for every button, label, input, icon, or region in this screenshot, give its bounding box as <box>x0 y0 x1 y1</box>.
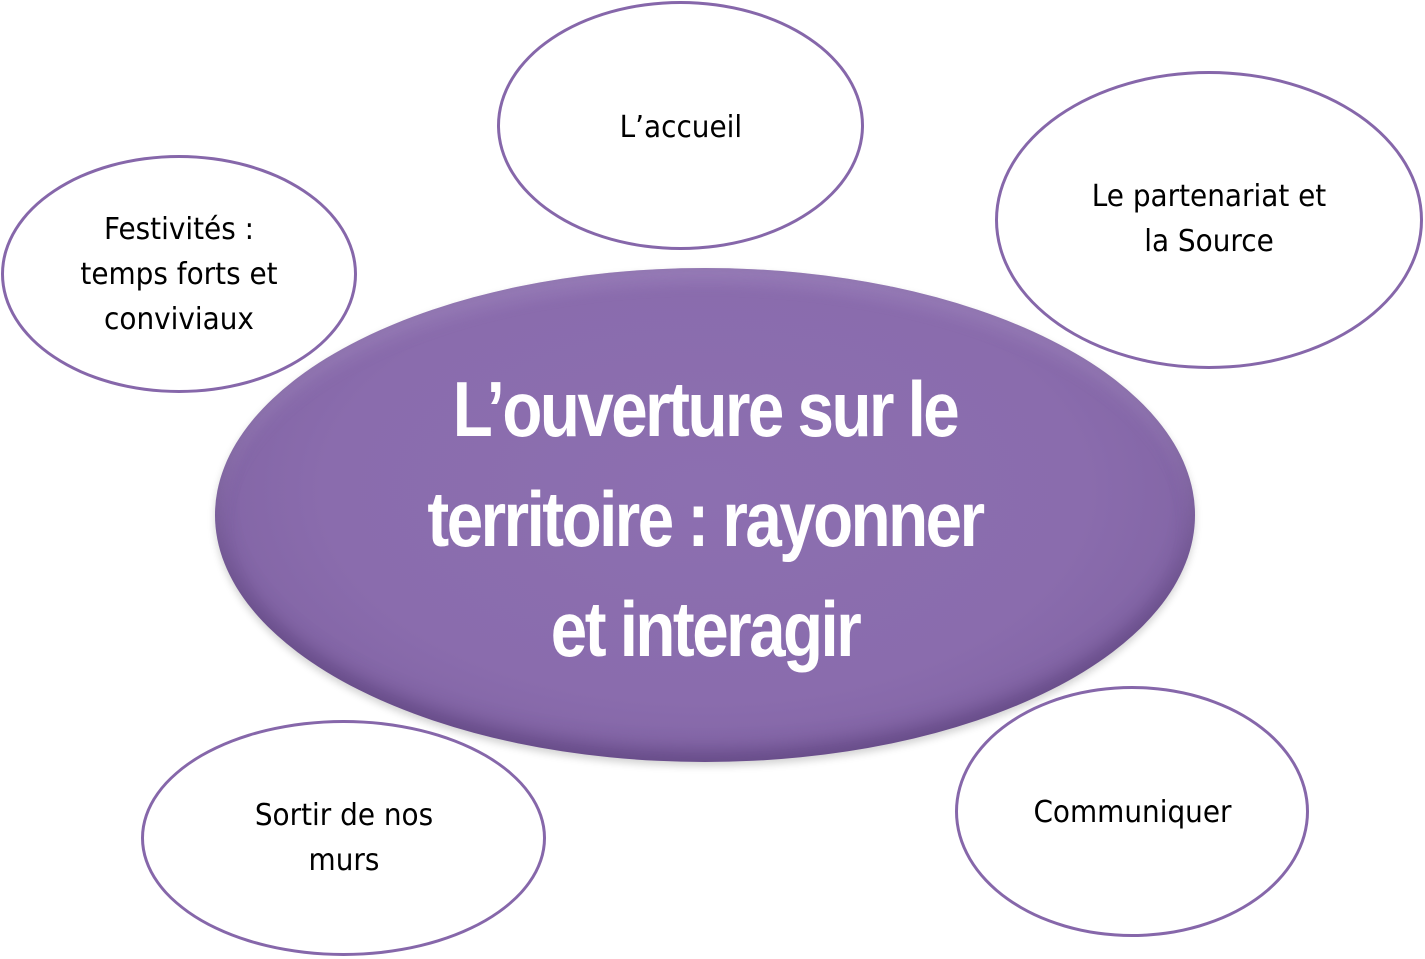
central-topic-line: territoire : rayonner <box>427 475 985 563</box>
bubble-accueil-label: L’accueil <box>619 105 742 150</box>
bubble-festivites-label: Festivités : temps forts et conviviaux <box>63 207 296 342</box>
mind-map-diagram: L’ouverture sur le territoire : rayonner… <box>0 0 1425 959</box>
bubble-label-line: Communiquer <box>1032 795 1232 830</box>
bubble-communiquer-label: Communiquer <box>1033 790 1231 835</box>
bubble-partenariat: Le partenariat et la Source <box>995 71 1423 369</box>
bubble-label-line: murs <box>308 843 379 878</box>
central-topic-line: et interagir <box>550 585 862 673</box>
bubble-label-line: Festivités : <box>103 211 255 247</box>
bubble-communiquer: Communiquer <box>955 686 1309 937</box>
central-topic-ellipse: L’ouverture sur le territoire : rayonner… <box>215 268 1195 762</box>
bubble-sortir: Sortir de nos murs <box>141 720 546 956</box>
bubble-label-line: la Source <box>1144 224 1274 259</box>
bubble-label-line: temps forts et <box>80 256 278 292</box>
central-topic-line: L’ouverture sur le <box>452 365 960 453</box>
central-topic-title: L’ouverture sur le territoire : rayonner… <box>319 354 1092 684</box>
bubble-partenariat-label: Le partenariat et la Source <box>1070 174 1349 264</box>
bubble-label-line: Le partenariat et <box>1091 179 1327 214</box>
bubble-label-line: L’accueil <box>619 110 742 145</box>
bubble-accueil: L’accueil <box>497 1 864 250</box>
bubble-festivites: Festivités : temps forts et conviviaux <box>1 155 357 393</box>
bubble-sortir-label: Sortir de nos murs <box>227 793 460 883</box>
bubble-label-line: conviviaux <box>104 301 254 337</box>
bubble-label-line: Sortir de nos <box>254 798 433 833</box>
